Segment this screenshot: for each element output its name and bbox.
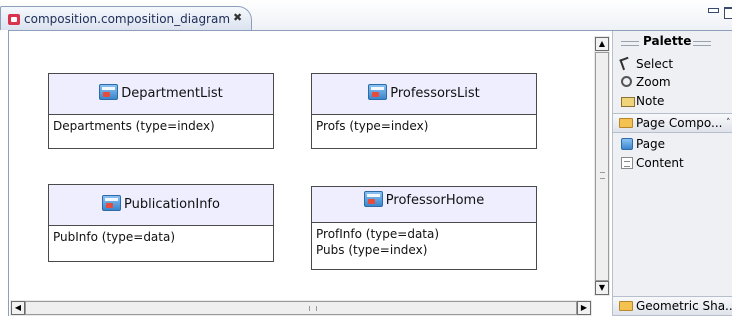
content-icon [621, 157, 633, 169]
node-header: ProfessorHome [312, 187, 536, 223]
diagram-file-icon [8, 14, 20, 25]
maximize-icon[interactable] [724, 7, 732, 19]
page-icon [368, 84, 388, 100]
palette-tool-label: Page [636, 137, 666, 151]
node-body: PubInfo (type=data) [49, 226, 273, 261]
page-icon [99, 84, 119, 100]
page-node-department-list[interactable]: DepartmentList Departments (type=index) [48, 73, 274, 149]
note-icon [621, 97, 635, 107]
editor-tab[interactable]: composition.composition_diagram ✖ [0, 6, 252, 30]
node-body: Departments (type=index) [49, 115, 273, 148]
palette-panel: Palette Select Zoom Note Page Compo... ˄… [612, 31, 732, 316]
editor-tab-title: composition.composition_diagram [24, 12, 231, 26]
node-content-row: ProfInfo (type=data) [316, 227, 440, 241]
chevron-up-icon: ˄ [726, 118, 731, 128]
node-body: ProfInfo (type=data) Pubs (type=index) [312, 223, 536, 269]
palette-tool-page[interactable]: Page [613, 135, 732, 154]
node-title: DepartmentList [121, 86, 223, 101]
scroll-right-button[interactable]: ▶ [577, 301, 591, 315]
palette-title: Palette [643, 34, 692, 48]
palette-tool-note[interactable]: Note [613, 92, 732, 111]
palette-tool-content[interactable]: Content [613, 154, 732, 173]
node-header: DepartmentList [49, 74, 273, 115]
node-content-row: Pubs (type=index) [316, 243, 428, 257]
palette-drawer-label: Page Compo... [636, 116, 723, 130]
select-arrow-icon [619, 56, 632, 71]
node-content-row: PubInfo (type=data) [53, 230, 176, 244]
node-content-row: Profs (type=index) [316, 119, 429, 133]
node-header: PublicationInfo [49, 185, 273, 226]
scroll-grip [309, 306, 317, 311]
node-title: PublicationInfo [124, 197, 220, 212]
vertical-scroll-thumb[interactable] [595, 52, 609, 281]
node-body: Profs (type=index) [312, 115, 536, 148]
page-icon [621, 138, 633, 150]
palette-tool-label: Zoom [636, 75, 671, 89]
node-title: ProfessorsList [390, 86, 480, 101]
folder-icon [619, 118, 633, 128]
scroll-grip [600, 172, 605, 179]
header-grip [693, 41, 711, 46]
zoom-icon [621, 76, 632, 87]
page-icon [102, 195, 122, 211]
page-node-professor-home[interactable]: ProfessorHome ProfInfo (type=data) Pubs … [311, 186, 537, 270]
scroll-down-button[interactable]: ▼ [595, 281, 609, 295]
palette-tool-zoom[interactable]: Zoom [613, 73, 732, 92]
page-node-publication-info[interactable]: PublicationInfo PubInfo (type=data) [48, 184, 274, 262]
node-title: ProfessorHome [385, 193, 485, 208]
palette-tool-select[interactable]: Select [613, 55, 732, 74]
vertical-scrollbar[interactable]: ▲ ▼ [594, 36, 610, 296]
diagram-canvas[interactable]: DepartmentList Departments (type=index) … [9, 31, 594, 300]
scroll-up-button[interactable]: ▲ [595, 37, 609, 51]
minimize-icon[interactable] [708, 8, 719, 13]
palette-drawer-geometric-shapes[interactable]: Geometric Sha... [613, 296, 732, 316]
horizontal-scroll-thumb[interactable] [25, 301, 577, 315]
page-node-professors-list[interactable]: ProfessorsList Profs (type=index) [311, 73, 537, 149]
scroll-left-button[interactable]: ◀ [11, 301, 25, 315]
palette-tool-label: Content [636, 156, 684, 170]
close-icon[interactable]: ✖ [233, 11, 242, 24]
folder-icon [619, 301, 633, 311]
page-icon [363, 191, 383, 207]
diagram-editor-window: composition.composition_diagram ✖ Depart… [0, 0, 732, 316]
header-grip [621, 41, 639, 46]
palette-header[interactable]: Palette [613, 33, 732, 51]
palette-drawer-label: Geometric Sha... [636, 299, 732, 313]
node-content-row: Departments (type=index) [53, 119, 215, 133]
editor-tab-bar: composition.composition_diagram ✖ [0, 0, 732, 30]
node-header: ProfessorsList [312, 74, 536, 115]
palette-drawer-page-components[interactable]: Page Compo... ˄ [613, 113, 732, 133]
palette-tool-label: Select [636, 57, 674, 71]
horizontal-scrollbar[interactable]: ◀ ▶ [10, 300, 592, 316]
palette-tool-label: Note [636, 94, 665, 108]
